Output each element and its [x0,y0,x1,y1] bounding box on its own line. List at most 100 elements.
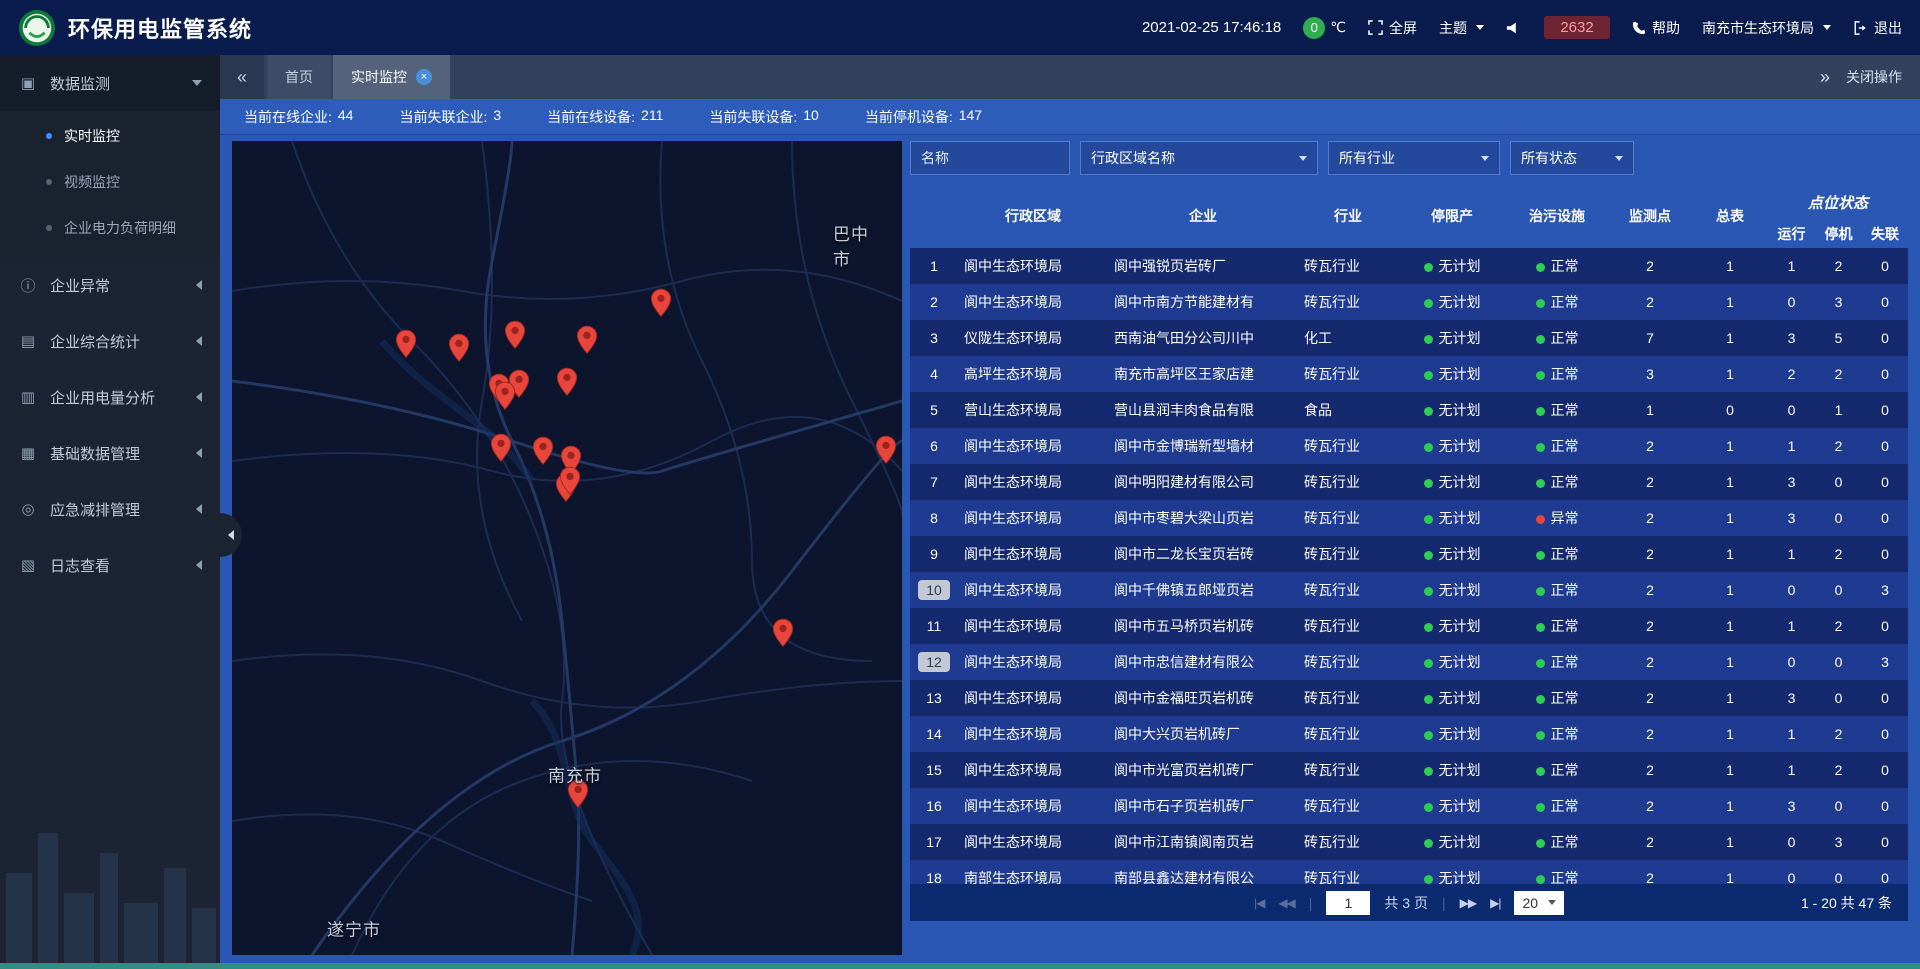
sidebar-item[interactable]: 实时监控 [0,113,220,159]
sidebar-item[interactable]: 视频监控 [0,159,220,205]
first-page-button[interactable]: |◀ [1254,896,1264,910]
table-row[interactable]: 5营山生态环境局营山县润丰肉食品有限食品无计划正常10010 [910,392,1908,428]
table-row[interactable]: 18南部生态环境局南部县鑫达建材有限公砖瓦行业无计划正常21000 [910,860,1908,884]
cell-lost: 0 [1862,392,1908,428]
sidebar-item[interactable]: 企业电力负荷明细 [0,205,220,251]
status-dot-green [1424,407,1433,416]
status-dot-green [1536,695,1545,704]
cell-production-status: 无计划 [1398,500,1506,536]
region-select[interactable]: 行政区域名称 [1080,141,1318,175]
table-row[interactable]: 9阆中生态环境局阆中市二龙长宝页岩砖砖瓦行业无计划正常21120 [910,536,1908,572]
cell-production-status: 无计划 [1398,680,1506,716]
table-row[interactable]: 2阆中生态环境局阆中市南方节能建材有砖瓦行业无计划正常21030 [910,284,1908,320]
temperature-widget: 0 ℃ [1303,17,1346,39]
cell-total-meters: 1 [1692,428,1768,464]
cell-monitor-points: 7 [1608,320,1692,356]
table-row[interactable]: 6阆中生态环境局阆中市金博瑞新型墙材砖瓦行业无计划正常21120 [910,428,1908,464]
fullscreen-button[interactable]: 全屏 [1368,18,1417,38]
sidebar-group[interactable]: ⓘ企业异常 [0,257,220,313]
cell-monitor-points: 2 [1608,572,1692,608]
table-row[interactable]: 12阆中生态环境局阆中市忠信建材有限公砖瓦行业无计划正常21003 [910,644,1908,680]
tab[interactable]: 首页 [267,55,331,99]
tab-close-icon[interactable]: × [416,69,432,85]
cell-total-meters: 1 [1692,680,1768,716]
table-row[interactable]: 7阆中生态环境局阆中明阳建材有限公司砖瓦行业无计划正常21300 [910,464,1908,500]
prev-page-button[interactable]: ◀◀ [1278,896,1294,910]
cell-facility-status: 正常 [1506,428,1608,464]
tabs-scroll-left-button[interactable]: « [220,55,264,99]
industry-select[interactable]: 所有行业 [1328,141,1500,175]
cell-running: 3 [1768,680,1815,716]
table-row[interactable]: 1阆中生态环境局阆中强锐页岩砖厂砖瓦行业无计划正常21120 [910,248,1908,284]
tab[interactable]: 实时监控× [333,55,450,99]
page-number-input[interactable] [1326,891,1370,915]
sidebar-group[interactable]: ▦基础数据管理 [0,425,220,481]
sidebar-group[interactable]: ▥企业用电量分析 [0,369,220,425]
col-meters: 总表 [1692,184,1768,248]
last-page-button[interactable]: ▶| [1490,896,1500,910]
chevron-down-icon [1476,25,1484,30]
log-view-icon: ▧ [18,556,38,574]
name-search-input[interactable] [910,141,1070,175]
help-button[interactable]: 帮助 [1632,18,1680,38]
cell-stopped: 0 [1815,860,1862,884]
logout-button[interactable]: 退出 [1853,18,1902,38]
cell-industry: 砖瓦行业 [1298,248,1398,284]
table-row[interactable]: 8阆中生态环境局阆中市枣碧大梁山页岩砖瓦行业无计划异常21300 [910,500,1908,536]
org-dropdown[interactable]: 南充市生态环境局 [1702,18,1831,38]
phone-icon [1632,21,1646,35]
sidebar-group[interactable]: ▣数据监测 [0,55,220,111]
cell-company: 阆中市石子页岩机砖厂 [1108,788,1298,824]
status-dot-green [1424,839,1433,848]
tabs-scroll-right-button[interactable]: » [1820,67,1830,88]
cell-industry: 砖瓦行业 [1298,500,1398,536]
cell-stopped: 2 [1815,608,1862,644]
cell-stopped: 2 [1815,752,1862,788]
cell-company: 阆中市枣碧大梁山页岩 [1108,500,1298,536]
row-index: 3 [921,328,947,348]
stat-label: 当前在线设备: [547,107,635,127]
bullet-icon [46,179,52,185]
row-index: 10 [918,580,950,600]
sidebar-group[interactable]: ◎应急减排管理 [0,481,220,537]
cell-total-meters: 1 [1692,320,1768,356]
sound-button[interactable] [1506,21,1522,35]
table-row[interactable]: 17阆中生态环境局阆中市江南镇阆南页岩砖瓦行业无计划正常21030 [910,824,1908,860]
fullscreen-icon [1368,20,1383,35]
cell-index: 3 [910,320,958,356]
status-dot-green [1536,803,1545,812]
cell-lost: 3 [1862,572,1908,608]
cell-industry: 砖瓦行业 [1298,608,1398,644]
cell-region: 阆中生态环境局 [958,788,1108,824]
notice-count-badge[interactable]: 2632 [1544,16,1610,39]
sidebar-group[interactable]: ▤企业综合统计 [0,313,220,369]
cell-stopped: 0 [1815,500,1862,536]
status-dot-green [1424,623,1433,632]
filter-bar: 行政区域名称 所有行业 所有状态 [910,141,1908,175]
table-row[interactable]: 4高坪生态环境局南充市高坪区王家店建砖瓦行业无计划正常31220 [910,356,1908,392]
table-row[interactable]: 13阆中生态环境局阆中市金福旺页岩机砖砖瓦行业无计划正常21300 [910,680,1908,716]
status-select[interactable]: 所有状态 [1510,141,1634,175]
theme-dropdown[interactable]: 主题 [1439,18,1484,38]
col-region: 行政区域 [958,184,1108,248]
row-index: 15 [921,760,947,780]
cell-running: 3 [1768,464,1815,500]
next-page-button[interactable]: ▶▶ [1460,896,1476,910]
cell-total-meters: 1 [1692,248,1768,284]
cell-index: 6 [910,428,958,464]
close-operations-button[interactable]: 关闭操作 [1846,67,1902,87]
map-panel[interactable]: 巴中市南充市遂宁市 [232,141,902,955]
table-row[interactable]: 10阆中生态环境局阆中千佛镇五郎垭页岩砖瓦行业无计划正常21003 [910,572,1908,608]
cell-company: 阆中千佛镇五郎垭页岩 [1108,572,1298,608]
table-row[interactable]: 14阆中生态环境局阆中大兴页岩机砖厂砖瓦行业无计划正常21120 [910,716,1908,752]
cell-facility-status: 正常 [1506,644,1608,680]
table-row[interactable]: 16阆中生态环境局阆中市石子页岩机砖厂砖瓦行业无计划正常21300 [910,788,1908,824]
table-row[interactable]: 3仪陇生态环境局西南油气田分公司川中化工无计划正常71350 [910,320,1908,356]
page-size-select[interactable]: 20 [1514,891,1564,915]
sidebar-item-label: 企业电力负荷明细 [64,218,176,238]
table-row[interactable]: 15阆中生态环境局阆中市光富页岩机砖厂砖瓦行业无计划正常21120 [910,752,1908,788]
cell-index: 10 [910,572,958,608]
sidebar-group[interactable]: ▧日志查看 [0,537,220,593]
table-row[interactable]: 11阆中生态环境局阆中市五马桥页岩机砖砖瓦行业无计划正常21120 [910,608,1908,644]
sidebar-item-label: 视频监控 [64,172,120,192]
